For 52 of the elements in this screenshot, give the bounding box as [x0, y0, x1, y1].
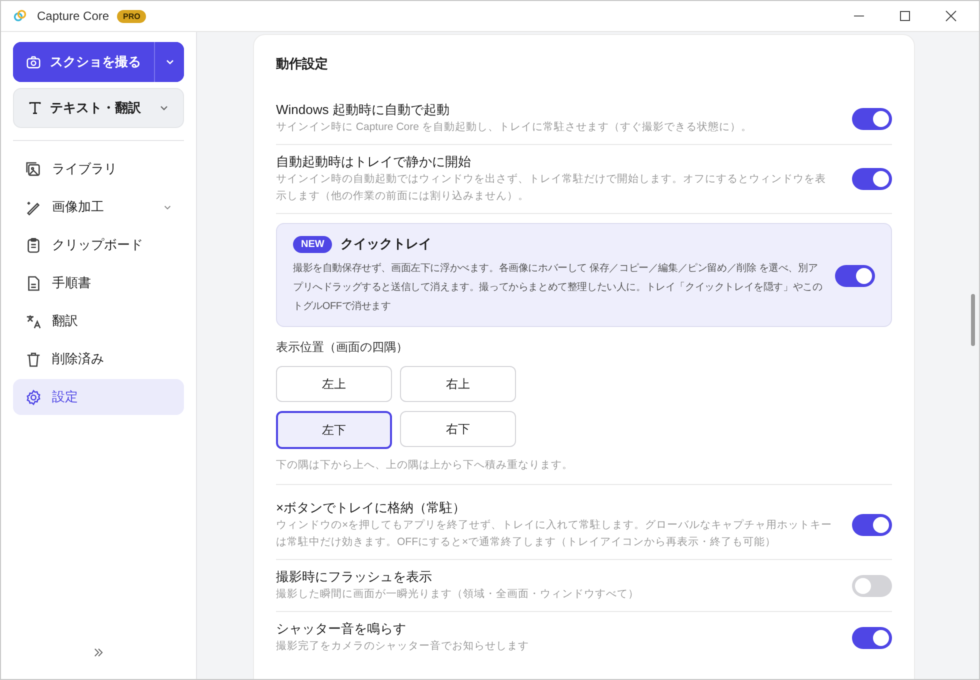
sidebar-item[interactable]: ライブラリ	[13, 151, 184, 187]
sidebar-item[interactable]: 設定	[13, 379, 184, 415]
close-icon[interactable]	[945, 10, 957, 22]
text-icon	[28, 101, 42, 115]
scrollbar-thumb[interactable]	[971, 294, 975, 346]
toggle-switch[interactable]	[852, 514, 892, 536]
image-gallery-icon	[25, 160, 42, 178]
position-hint: 下の隅は下から上へ、上の隅は上から下へ積み重なります。	[276, 458, 892, 485]
sidebar-item[interactable]: 削除済み	[13, 341, 184, 377]
corner-option-button[interactable]: 右下	[400, 411, 516, 447]
setting-title: ×ボタンでトレイに格納（常駐）	[276, 499, 467, 517]
document-icon	[25, 274, 42, 292]
feature-description: 撮影を自動保存せず、画面左下に浮かべます。各画像にホバーして 保存／コピー／編集／ピン留め／削除 を選べ、別アプリへドラッグすると送信して消えます。撮ってからまとめて整理したい人に。トレイ「クイックトレイを隠す」やこのトグルOFFで消せます	[293, 262, 823, 314]
position-label: 表示位置（画面の四隅）	[276, 339, 409, 356]
setting-description: 撮影した瞬間に画面が一瞬光ります（領域・全画面・ウィンドウすべて）	[276, 587, 640, 602]
corner-option-button[interactable]: 左上	[276, 366, 392, 402]
toggle-switch[interactable]	[852, 626, 892, 648]
setting-description: ウィンドウの×を押してもアプリを終了せず、トレイに入れて常駐します。グローバルなキャプチャ用ホットキーは常駐中だけ効きます。OFFにすると×で通常終了します（トレイアイコンから再表示・終了も可能）	[276, 518, 834, 550]
setting-title: シャッター音を鳴らす	[276, 620, 407, 638]
toggle-switch[interactable]	[852, 108, 892, 130]
corner-option-button[interactable]: 左下	[276, 411, 392, 449]
setting-description: サインイン時の自動起動ではウィンドウを出さず、トレイ常駐だけで開始します。オフにするとウィンドウを表示します（他の作業の前面には割り込みません）。	[276, 172, 827, 204]
window-title: Capture Core	[37, 9, 110, 23]
toggle-switch[interactable]	[852, 574, 892, 596]
camera-icon	[26, 54, 41, 70]
sidebar-item[interactable]: 翻訳	[13, 303, 184, 339]
setting-title: 撮影時にフラッシュを表示	[276, 568, 433, 586]
capture-button[interactable]: スクショを撮る	[13, 42, 155, 82]
sidebar-item[interactable]: 画像加工	[13, 189, 184, 225]
setting-title: Windows 起動時に自動で起動	[276, 101, 450, 119]
sidebar-item[interactable]: 手順書	[13, 265, 184, 301]
corner-option-button[interactable]: 右上	[400, 366, 516, 402]
sidebar-item[interactable]: クリップボード	[13, 227, 184, 263]
feature-title: クイックトレイ	[340, 235, 432, 253]
maximize-icon[interactable]	[899, 10, 911, 22]
text-translate-button[interactable]: テキスト・翻訳	[13, 88, 184, 128]
toggle-switch[interactable]	[852, 168, 892, 190]
translate-icon	[25, 312, 42, 330]
trash-icon	[25, 350, 42, 368]
section-title: 動作設定	[276, 55, 329, 73]
app-logo-icon	[13, 9, 27, 23]
double-chevron-right-icon[interactable]	[93, 648, 104, 657]
setting-title: 自動起動時はトレイで静かに開始	[276, 153, 472, 171]
setting-description: 撮影完了をカメラのシャッター音でお知らせします	[276, 639, 530, 654]
chevron-down-icon	[164, 57, 174, 67]
toggle-switch[interactable]	[835, 264, 875, 286]
setting-description: サインイン時に Capture Core を自動起動し、トレイに常駐させます（すぐ撮影できる状態に）。	[276, 120, 753, 135]
clipboard-icon	[25, 236, 42, 254]
pro-badge: PRO	[117, 10, 146, 22]
settings-icon	[25, 388, 42, 406]
new-badge: NEW	[293, 236, 332, 252]
chevron-down-icon	[159, 103, 169, 113]
